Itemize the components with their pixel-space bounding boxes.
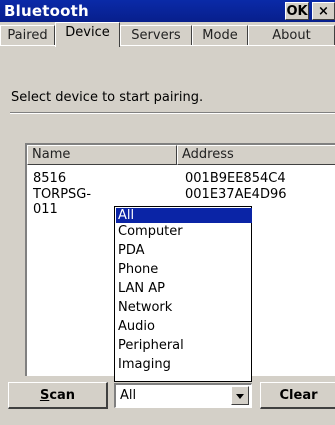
chevron-down-icon[interactable]: [231, 386, 249, 405]
title-bar: Bluetooth OK ×: [0, 0, 335, 22]
instruction-text: Select device to start pairing.: [11, 90, 204, 105]
column-header-name[interactable]: Name: [27, 145, 177, 165]
device-address: 001E37AE4D96: [185, 187, 287, 202]
tab-mode[interactable]: Mode: [192, 25, 248, 45]
device-address: 001B9EE854C4: [185, 171, 286, 186]
option-lan-ap[interactable]: LAN AP: [116, 281, 252, 296]
scan-button[interactable]: Scan: [8, 382, 108, 409]
device-filter-combo[interactable]: All: [114, 383, 252, 408]
option-network[interactable]: Network: [116, 300, 252, 315]
scan-accelerator: S: [39, 388, 50, 403]
option-imaging[interactable]: Imaging: [116, 357, 252, 372]
column-header-address[interactable]: Address: [177, 145, 335, 165]
option-audio[interactable]: Audio: [116, 319, 252, 334]
clear-button[interactable]: Clear: [260, 382, 335, 409]
device-name: 8516: [33, 171, 67, 186]
option-pda[interactable]: PDA: [116, 243, 252, 258]
tab-bar: Paired Device Servers Mode About: [0, 22, 335, 47]
filter-value: All: [120, 388, 137, 403]
tab-divider: [0, 45, 335, 46]
window-title: Bluetooth: [4, 2, 89, 20]
filter-dropdown-list[interactable]: All Computer PDA Phone LAN AP Network Au…: [114, 206, 252, 382]
tab-about[interactable]: About: [248, 25, 335, 45]
tab-servers[interactable]: Servers: [120, 25, 192, 45]
option-computer[interactable]: Computer: [116, 224, 252, 239]
option-phone[interactable]: Phone: [116, 262, 252, 277]
option-peripheral[interactable]: Peripheral: [116, 338, 252, 353]
scan-label: can: [49, 388, 76, 403]
tab-device[interactable]: Device: [55, 22, 120, 47]
option-all[interactable]: All: [116, 208, 252, 223]
tab-paired[interactable]: Paired: [0, 25, 55, 45]
close-button[interactable]: ×: [312, 2, 335, 20]
device-name: TORPSG-011: [33, 187, 92, 217]
separator: [10, 112, 335, 114]
list-header: Name Address: [27, 145, 335, 165]
ok-button[interactable]: OK: [285, 2, 309, 20]
